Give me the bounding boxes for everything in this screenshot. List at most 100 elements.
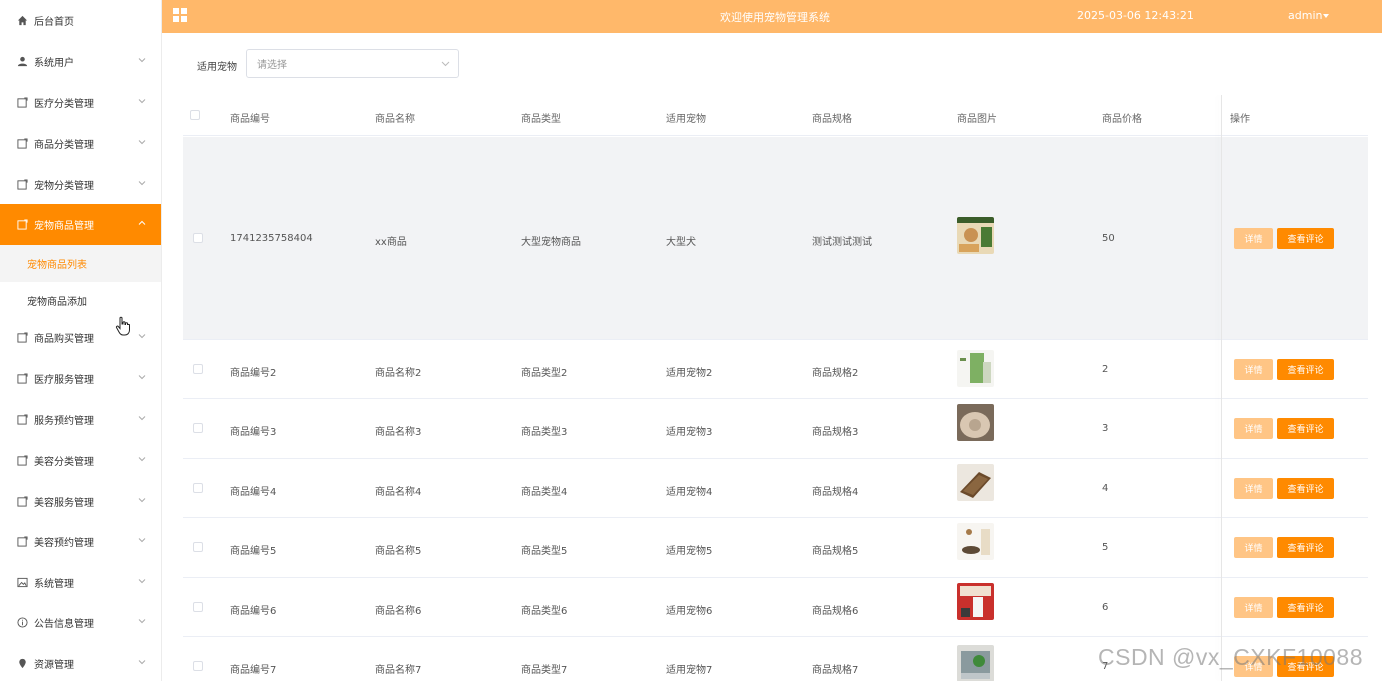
view-reviews-button[interactable]: 查看评论 [1277, 228, 1334, 249]
sidebar-item-system-management[interactable]: 系统管理 [0, 562, 161, 603]
cell-id: 商品编号5 [230, 546, 277, 557]
sidebar-item-goods-category[interactable]: 商品分类管理 [0, 123, 161, 164]
table-row[interactable]: 商品编号3 商品名称3 商品类型3 适用宠物3 商品规格3 3 详情 查看评论 [183, 399, 1368, 459]
sidebar-item-beauty-category[interactable]: 美容分类管理 [0, 440, 161, 481]
app-window: 后台首页 系统用户 医疗分类管理 商品分类管理 宠物分类管理 宠物商品管理 宠物… [0, 0, 1382, 681]
cell-pet: 适用宠物7 [666, 665, 713, 676]
col-header-name: 商品名称 [375, 114, 415, 125]
chevron-down-icon [138, 58, 146, 63]
sidebar-item-pet-goods[interactable]: 宠物商品管理 [0, 204, 161, 245]
cell-type: 大型宠物商品 [521, 237, 581, 248]
row-checkbox[interactable] [193, 542, 203, 552]
folder-icon [16, 219, 28, 231]
table-row[interactable]: 商品编号5 商品名称5 商品类型5 适用宠物5 商品规格5 5 详情 查看评论 [183, 518, 1368, 578]
select-placeholder: 请选择 [257, 60, 287, 71]
view-reviews-button[interactable]: 查看评论 [1277, 597, 1334, 618]
detail-button[interactable]: 详情 [1234, 537, 1273, 558]
table-row[interactable]: 商品编号6 商品名称6 商品类型6 适用宠物6 商品规格6 6 详情 查看评论 [183, 578, 1368, 637]
sidebar-item-label: 美容分类管理 [34, 457, 94, 468]
detail-button[interactable]: 详情 [1234, 597, 1273, 618]
cell-type: 商品类型2 [521, 368, 568, 379]
sidebar-item-label: 商品购买管理 [34, 334, 94, 345]
user-menu[interactable]: admin [1288, 9, 1322, 22]
sidebar-item-beauty-service[interactable]: 美容服务管理 [0, 481, 161, 522]
view-reviews-button[interactable]: 查看评论 [1277, 478, 1334, 499]
pet-filter-select[interactable]: 请选择 [246, 49, 459, 78]
product-image [957, 464, 994, 501]
submenu-item-pet-goods-list[interactable]: 宠物商品列表 [0, 245, 161, 282]
product-image [957, 583, 994, 620]
sidebar-item-beauty-booking[interactable]: 美容预约管理 [0, 521, 161, 562]
cell-spec: 商品规格7 [812, 665, 859, 676]
sidebar-item-label: 宠物商品管理 [34, 221, 94, 232]
sidebar-item-medical-category[interactable]: 医疗分类管理 [0, 82, 161, 123]
detail-button[interactable]: 详情 [1234, 359, 1273, 380]
product-image [957, 350, 994, 387]
chevron-down-icon [138, 416, 146, 421]
table-row[interactable]: 商品编号4 商品名称4 商品类型4 适用宠物4 商品规格4 4 详情 查看评论 [183, 459, 1368, 518]
folder-icon [16, 455, 28, 467]
row-checkbox[interactable] [193, 233, 203, 243]
row-checkbox[interactable] [193, 364, 203, 374]
row-checkbox[interactable] [193, 661, 203, 671]
row-checkbox[interactable] [193, 483, 203, 493]
col-header-spec: 商品规格 [812, 114, 852, 125]
sidebar-item-system-users[interactable]: 系统用户 [0, 41, 161, 82]
col-header-type: 商品类型 [521, 114, 561, 125]
cell-price: 5 [1102, 542, 1109, 553]
sidebar-item-label: 美容服务管理 [34, 498, 94, 509]
submenu-item-label: 宠物商品添加 [27, 297, 87, 308]
sidebar-item-label: 系统用户 [34, 58, 74, 69]
location-icon [16, 658, 28, 670]
product-image [957, 523, 994, 560]
sidebar-item-goods-purchase[interactable]: 商品购买管理 [0, 317, 161, 358]
sidebar-item-medical-service[interactable]: 医疗服务管理 [0, 358, 161, 399]
header-title: 欢迎使用宠物管理系统 [720, 11, 830, 24]
submenu-item-pet-goods-add[interactable]: 宠物商品添加 [0, 282, 161, 319]
hand-cursor-icon [115, 316, 130, 336]
product-image [957, 217, 994, 254]
select-all-checkbox[interactable] [190, 110, 200, 120]
folder-icon [16, 179, 28, 191]
sidebar-item-service-booking[interactable]: 服务预约管理 [0, 399, 161, 440]
sidebar-item-notice-info[interactable]: 公告信息管理 [0, 602, 161, 643]
view-reviews-button[interactable]: 查看评论 [1277, 418, 1334, 439]
sidebar-item-label: 系统管理 [34, 579, 74, 590]
chevron-down-icon [138, 140, 146, 145]
cell-pet: 适用宠物3 [666, 427, 713, 438]
table-row[interactable]: 1741235758404 xx商品 大型宠物商品 大型犬 测试测试测试 50 … [183, 137, 1368, 340]
cell-spec: 测试测试测试 [812, 237, 872, 248]
image-icon [16, 577, 28, 589]
cell-price: 3 [1102, 423, 1109, 434]
caret-down-icon[interactable] [1323, 14, 1329, 18]
view-reviews-button[interactable]: 查看评论 [1277, 537, 1334, 558]
cell-id: 商品编号4 [230, 487, 277, 498]
detail-button[interactable]: 详情 [1234, 228, 1273, 249]
grid-menu-icon[interactable] [172, 7, 188, 23]
sidebar-item-pet-category[interactable]: 宠物分类管理 [0, 164, 161, 205]
table-row[interactable]: 商品编号2 商品名称2 商品类型2 适用宠物2 商品规格2 2 详情 查看评论 [183, 340, 1368, 399]
goods-table: 商品编号 商品名称 商品类型 适用宠物 商品规格 商品图片 商品价格 操作 17… [183, 95, 1368, 681]
chevron-down-icon [138, 375, 146, 380]
cell-spec: 商品规格3 [812, 427, 859, 438]
folder-icon [16, 536, 28, 548]
folder-icon [16, 373, 28, 385]
cell-pet: 适用宠物4 [666, 487, 713, 498]
sidebar-item-resource[interactable]: 资源管理 [0, 643, 161, 681]
cell-price: 50 [1102, 233, 1115, 244]
chevron-down-icon [138, 619, 146, 624]
view-reviews-button[interactable]: 查看评论 [1277, 359, 1334, 380]
detail-button[interactable]: 详情 [1234, 478, 1273, 499]
col-header-actions: 操作 [1230, 114, 1250, 125]
detail-button[interactable]: 详情 [1234, 418, 1273, 439]
cell-name: xx商品 [375, 237, 407, 248]
cell-price: 6 [1102, 602, 1109, 613]
row-checkbox[interactable] [193, 602, 203, 612]
row-checkbox[interactable] [193, 423, 203, 433]
sidebar-item-label: 医疗分类管理 [34, 99, 94, 110]
sidebar-item-home[interactable]: 后台首页 [0, 0, 161, 41]
cell-id: 1741235758404 [230, 233, 313, 244]
fixed-column-divider [1221, 95, 1222, 681]
cell-name: 商品名称3 [375, 427, 422, 438]
cell-name: 商品名称2 [375, 368, 422, 379]
